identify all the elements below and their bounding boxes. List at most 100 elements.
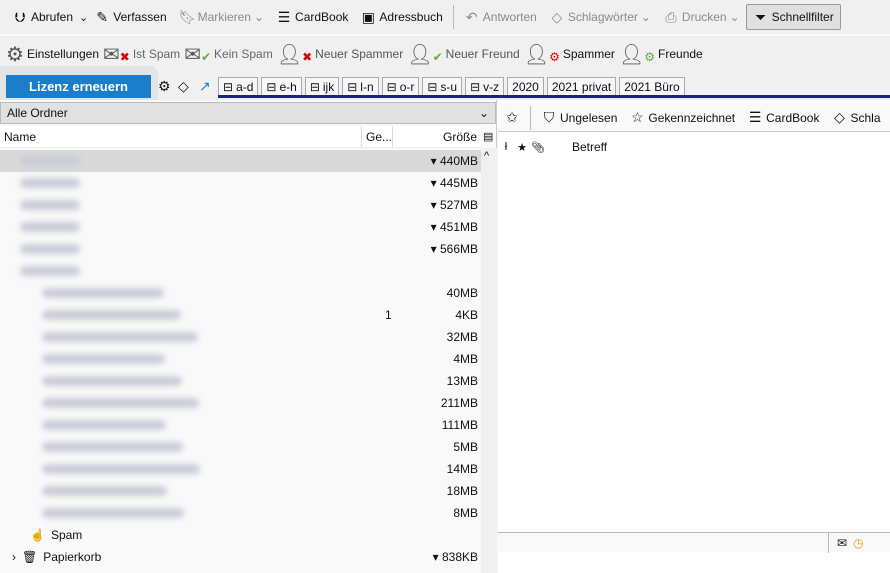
mark-button[interactable]: 🔖︎ Markieren ⌄ xyxy=(173,4,270,30)
folder-row[interactable]: 1 4KB xyxy=(0,304,481,326)
tag-button[interactable]: 2021 Büro xyxy=(619,77,685,97)
get-dropdown[interactable]: ⌄ xyxy=(79,11,88,24)
scrollbar[interactable]: ^ xyxy=(481,148,497,573)
tag-button[interactable]: ⊟ e-h xyxy=(261,77,302,97)
blurred-folder-name xyxy=(42,420,166,430)
folder-row[interactable]: 18MB xyxy=(0,480,481,502)
tag-button[interactable]: ⊟ ijk xyxy=(304,77,340,97)
divider xyxy=(452,5,454,29)
tag-button[interactable]: ⊟ l-n xyxy=(342,77,379,97)
new-friend-button[interactable]: 👤︎✔ Neuer Freund xyxy=(405,41,522,67)
col-name[interactable]: Name xyxy=(0,126,362,147)
folder-row[interactable]: 13MB xyxy=(0,370,481,392)
not-spam-button[interactable]: ✉✔ Kein Spam xyxy=(182,41,275,67)
tag-icon: ◇ xyxy=(834,109,845,125)
spammer-button[interactable]: 👤︎⚙ Spammer xyxy=(522,41,617,67)
blurred-folder-name xyxy=(20,178,80,188)
filter-tags[interactable]: ◇ Schla xyxy=(825,105,886,131)
addressbook-icon: ▣ xyxy=(361,8,376,25)
reply-button[interactable]: ↶ Antworten xyxy=(458,4,543,30)
cardbook-button[interactable]: ☰ CardBook xyxy=(270,4,354,30)
folder-row[interactable]: 5MB xyxy=(0,436,481,458)
column-picker-icon[interactable]: ▤ xyxy=(483,130,493,143)
folder-row[interactable]: ▾ 527MB xyxy=(0,194,481,216)
tag-button[interactable]: ⊟ o-r xyxy=(381,77,420,97)
friends-button[interactable]: 👤︎⚙ Freunde xyxy=(617,41,705,67)
folder-trash[interactable]: › 🗑︎ Papierkorb ▾ 838KB xyxy=(0,546,481,568)
bookmark-icon: 🔖︎ xyxy=(178,8,197,25)
folder-row[interactable]: ▾ 451MB xyxy=(0,216,481,238)
tags-button[interactable]: ◇ Schlagwörter ⌄ xyxy=(543,4,657,30)
folder-size: ▾ 440MB xyxy=(430,154,478,168)
settings-button[interactable]: ⚙ Einstellungen xyxy=(4,41,101,67)
addressbook-button[interactable]: ▣ Adressbuch xyxy=(354,4,448,30)
pin-icon: ✩ xyxy=(506,109,518,125)
move-arrow-icon[interactable]: ↗ xyxy=(199,78,211,95)
folder-row[interactable]: 8MB xyxy=(0,502,481,524)
user-gear-red-icon: 👤︎⚙ xyxy=(523,43,560,66)
folder-row[interactable]: 211MB xyxy=(0,392,481,414)
folder-size: ▾ 445MB xyxy=(430,176,478,190)
blurred-folder-name xyxy=(20,266,80,276)
tag-button[interactable]: ⊟ a-d xyxy=(218,77,259,97)
clock-icon[interactable]: ◷ xyxy=(853,536,863,550)
print-button[interactable]: ⎙ Drucken ⌄ xyxy=(657,4,746,30)
folder-row[interactable]: 14MB xyxy=(0,458,481,480)
tag-button[interactable]: ⊟ v-z xyxy=(465,77,505,97)
col-count[interactable]: Ge... xyxy=(362,126,393,147)
tag-button[interactable]: ⊟ s-u xyxy=(422,77,463,97)
folder-row[interactable]: ▾ 440MB xyxy=(0,150,481,172)
get-messages-button[interactable]: ⮋ Abrufen xyxy=(6,4,79,30)
user-x-icon: 👤︎✖ xyxy=(276,43,313,66)
folder-size: 40MB xyxy=(446,286,478,300)
pencil-icon: ✎ xyxy=(96,8,109,25)
trash-icon: 🗑︎ xyxy=(22,550,38,564)
mailbox-icon: ⊟ xyxy=(347,80,358,94)
blurred-folder-name xyxy=(42,354,165,364)
folder-row[interactable]: 40MB xyxy=(0,282,481,304)
mailbox-icon: ⊟ xyxy=(266,80,277,94)
filter-unread[interactable]: ⛉ Ungelesen xyxy=(535,105,623,131)
folder-row[interactable]: ▾ 445MB xyxy=(0,172,481,194)
gear-icon: ⚙ xyxy=(6,43,24,66)
renew-license-button[interactable]: Lizenz erneuern xyxy=(6,75,151,98)
folder-spam[interactable]: ☝ Spam xyxy=(0,524,481,546)
folder-mode-selector[interactable]: Alle Ordner ⌄ xyxy=(0,102,496,124)
folder-size: 13MB xyxy=(446,374,478,388)
blurred-folder-name xyxy=(42,310,181,320)
star-icon: ☆ xyxy=(631,109,644,125)
expand-chevron-icon[interactable]: › xyxy=(12,550,16,564)
folder-row[interactable]: 111MB xyxy=(0,414,481,436)
tag-button[interactable]: 2021 privat xyxy=(546,77,617,97)
folder-row[interactable] xyxy=(0,260,481,282)
tag-button[interactable]: 2020 xyxy=(507,77,544,97)
new-spammer-button[interactable]: 👤︎✖ Neuer Spammer xyxy=(275,41,405,67)
col-size[interactable]: Größe xyxy=(393,130,481,144)
folder-row[interactable]: ▾ 566MB xyxy=(0,238,481,260)
is-spam-button[interactable]: ✉✖ Ist Spam xyxy=(101,41,182,67)
attachment-icon[interactable]: 📎︎ xyxy=(530,141,546,154)
divider xyxy=(530,105,531,130)
tag-icon: ◇ xyxy=(551,8,563,25)
folder-size: 18MB xyxy=(446,484,478,498)
compose-button[interactable]: ✎ Verfassen xyxy=(88,4,172,30)
user-check-icon: 👤︎✔ xyxy=(407,43,443,66)
user-gear-green-icon: 👤︎⚙ xyxy=(618,43,656,66)
printer-icon: ⎙ xyxy=(665,8,677,25)
folder-row[interactable]: 32MB xyxy=(0,326,481,348)
tag-icon[interactable]: ◇ xyxy=(178,78,189,95)
sticky-filter-button[interactable]: ✩ xyxy=(498,105,526,131)
gear-icon[interactable]: ⚙ xyxy=(158,78,171,95)
quickfilter-button[interactable]: ⏷ Schnellfilter xyxy=(745,4,841,30)
thread-icon[interactable]: ł xyxy=(498,141,514,153)
folder-count: 1 xyxy=(385,308,392,322)
filter-flagged[interactable]: ☆ Gekennzeichnet xyxy=(623,105,741,131)
cardbook-icon: ☰ xyxy=(748,109,762,125)
folder-row[interactable]: 4MB xyxy=(0,348,481,370)
star-icon[interactable]: ★ xyxy=(514,141,530,154)
folder-size: 32MB xyxy=(446,330,478,344)
mail-icon[interactable]: ✉ xyxy=(837,536,847,550)
filter-cardbook[interactable]: ☰ CardBook xyxy=(741,105,825,131)
envelope-check-icon: ✉✔ xyxy=(184,43,212,66)
col-subject[interactable]: Betreff xyxy=(572,140,607,154)
